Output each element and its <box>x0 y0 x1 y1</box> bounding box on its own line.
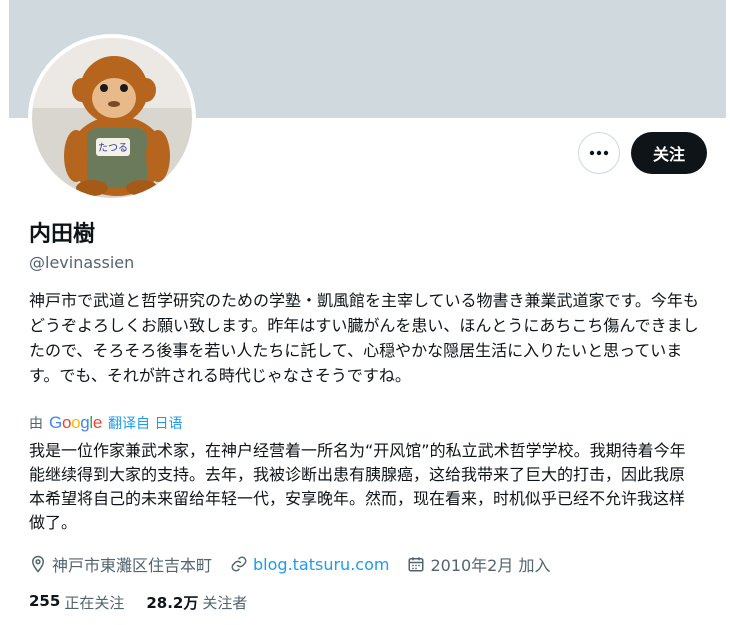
location-item: 神戸市東灘区住吉本町 <box>29 552 212 576</box>
more-dots-icon <box>589 150 609 156</box>
profile-meta: 神戸市東灘区住吉本町 blog.tatsuru.com 2010年2月 加入 <box>29 552 568 576</box>
followers-count: 28.2万 <box>146 594 199 612</box>
follow-stats: 255 正在关注 28.2万 关注者 <box>29 592 269 613</box>
following-label: 正在关注 <box>64 594 125 612</box>
profile-bio: 神戸市で武道と哲学研究のための学塾・凱風館を主宰している物書き兼業武道家です。今… <box>29 291 699 385</box>
translation-attribution: 由 Google 翻译自 日语 <box>29 413 183 433</box>
calendar-icon <box>408 557 424 572</box>
website-link[interactable]: blog.tatsuru.com <box>253 555 389 574</box>
avatar[interactable]: たつる <box>28 34 196 202</box>
profile-handle: @levinassien <box>29 253 135 272</box>
google-logo: Google <box>49 413 103 432</box>
translation-by-label: 由 <box>29 416 43 432</box>
following-stat[interactable]: 255 正在关注 <box>29 592 124 613</box>
translated-bio: 我是一位作家兼武术家，在神户经营着一所名为“开风馆”的私立武术哲学学校。我期待着… <box>29 441 686 532</box>
followers-stat[interactable]: 28.2万 关注者 <box>146 592 247 613</box>
translation-source-link[interactable]: 翻译自 日语 <box>108 413 182 433</box>
following-count: 255 <box>29 592 61 610</box>
joined-text: 2010年2月 加入 <box>430 556 551 575</box>
more-options-button[interactable] <box>578 132 620 174</box>
link-icon <box>231 556 247 572</box>
follow-button[interactable]: 关注 <box>631 132 707 174</box>
svg-text:たつる: たつる <box>98 142 128 154</box>
followers-label: 关注者 <box>202 594 248 612</box>
location-text: 神戸市東灘区住吉本町 <box>52 556 213 575</box>
website-item[interactable]: blog.tatsuru.com <box>230 555 389 574</box>
profile-name: 内田樹 <box>29 222 96 247</box>
location-pin-icon <box>31 555 45 573</box>
joined-item: 2010年2月 加入 <box>407 552 550 576</box>
